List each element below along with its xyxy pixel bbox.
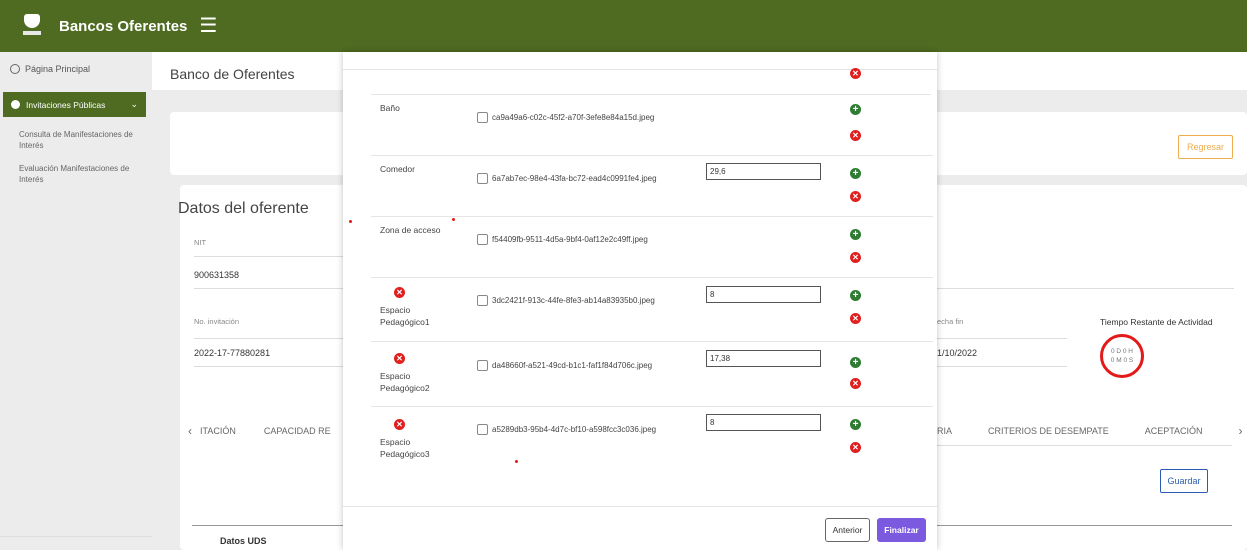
- menu-icon[interactable]: ☰: [199, 16, 217, 36]
- file-name: da48660f-a521-49cd-b1c1-faf1f84d706c.jpe…: [492, 361, 653, 370]
- delete-icon[interactable]: ✕: [850, 191, 861, 202]
- file-name: 3dc2421f-913c-44fe-8fe3-ab14a83935b0.jpe…: [492, 296, 655, 305]
- nit-label: NIT: [194, 238, 207, 247]
- delete-icon[interactable]: ✕: [850, 68, 861, 79]
- regresar-button[interactable]: Regresar: [1178, 135, 1233, 159]
- file-checkbox[interactable]: [477, 173, 488, 184]
- finalizar-button[interactable]: Finalizar: [877, 518, 926, 542]
- file-checkbox[interactable]: [477, 424, 488, 435]
- chevron-down-icon: ⌄: [130, 99, 138, 109]
- area-input[interactable]: [706, 350, 821, 367]
- nit-value: 900631358: [194, 270, 240, 280]
- add-icon[interactable]: +: [850, 168, 861, 179]
- delete-icon[interactable]: ✕: [850, 252, 861, 263]
- file-name: f54409fb-9511-4d5a-9bf4-0af12e2c49ff.jpe…: [492, 235, 648, 244]
- invitacion-label: No. invitación: [194, 317, 240, 326]
- marker-dot: [349, 220, 352, 223]
- sidebar: Página Principal Invitaciones Públicas ⌄…: [0, 52, 152, 550]
- file-checkbox[interactable]: [477, 360, 488, 371]
- file-checkbox[interactable]: [477, 112, 488, 123]
- tab-aceptacion[interactable]: ACEPTACIÓN: [1145, 426, 1203, 436]
- row-label: Baño: [380, 103, 400, 113]
- sidebar-item-home[interactable]: Página Principal: [10, 64, 90, 74]
- list-item: ✕ Espacio Pedagógico3 a5289db3-95b4-4d7c…: [371, 407, 933, 477]
- list-item: Baño ca9a49a6-c02c-45f2-a70f-3efe8e84a15…: [371, 95, 933, 156]
- list-item: ✕ Espacio Pedagógico2 da48660f-a521-49cd…: [371, 342, 933, 407]
- list-item: Comedor 6a7ab7ec-98e4-43fa-bc72-ead4c099…: [371, 156, 933, 217]
- invitacion-value: 2022-17-77880281: [194, 348, 271, 358]
- tab-scroll-right[interactable]: ›: [1239, 424, 1243, 438]
- add-icon[interactable]: +: [850, 104, 861, 115]
- add-icon[interactable]: +: [850, 229, 861, 240]
- marker-dot: [515, 460, 518, 463]
- modal-dialog: ✕ Baño ca9a49a6-c02c-45f2-a70f-3efe8e84a…: [343, 52, 937, 550]
- delete-row-icon[interactable]: ✕: [394, 419, 405, 430]
- home-icon: [10, 64, 20, 74]
- row-label: Espacio Pedagógico3: [380, 437, 430, 459]
- delete-icon[interactable]: ✕: [850, 442, 861, 453]
- add-icon[interactable]: +: [850, 419, 861, 430]
- guardar-button[interactable]: Guardar: [1160, 469, 1208, 493]
- file-name: ca9a49a6-c02c-45f2-a70f-3efe8e84a15d.jpe…: [492, 113, 655, 122]
- divider: [194, 366, 344, 367]
- fecha-fin-value: 1/10/2022: [937, 348, 978, 358]
- divider: [937, 366, 1067, 367]
- divider: [0, 536, 152, 537]
- top-bar: Bancos Oferentes ☰: [0, 0, 1247, 52]
- delete-row-icon[interactable]: ✕: [394, 287, 405, 298]
- add-icon[interactable]: +: [850, 357, 861, 368]
- divider: [194, 256, 344, 257]
- tab-scroll-left[interactable]: ‹: [188, 424, 192, 438]
- delete-row-icon[interactable]: ✕: [394, 353, 405, 364]
- file-checkbox[interactable]: [477, 234, 488, 245]
- page-title: Banco de Oferentes: [170, 66, 295, 82]
- timer-min-sec: 0 M 0 S: [1110, 357, 1134, 364]
- anterior-button[interactable]: Anterior: [825, 518, 870, 542]
- delete-icon[interactable]: ✕: [850, 313, 861, 324]
- tab-criterios[interactable]: CRITERIOS DE DESEMPATE: [988, 426, 1109, 436]
- area-input[interactable]: [706, 163, 821, 180]
- tab-bar-right: RIA CRITERIOS DE DESEMPATE ACEPTACIÓN ›: [937, 424, 1243, 438]
- section-title: Datos del oferente: [178, 200, 309, 217]
- tab-invitacion[interactable]: ITACIÓN: [200, 426, 236, 436]
- file-checkbox[interactable]: [477, 295, 488, 306]
- delete-icon[interactable]: ✕: [850, 378, 861, 389]
- row-label: Comedor: [380, 164, 415, 174]
- row-label: Espacio Pedagógico1: [380, 305, 430, 327]
- divider: [937, 445, 1232, 446]
- tab-bar-left: ‹ ITACIÓN CAPACIDAD RE: [188, 424, 359, 438]
- tab-capacidad[interactable]: CAPACIDAD RE: [264, 426, 331, 436]
- sidebar-link-evaluacion[interactable]: Evaluación Manifestaciones de Interés: [19, 163, 144, 185]
- shield-icon: [11, 100, 20, 109]
- app-title: Bancos Oferentes: [59, 17, 188, 35]
- timer-days-hours: 0 D 0 H: [1110, 348, 1134, 355]
- tiempo-label: Tiempo Restante de Actividad: [1100, 317, 1213, 327]
- file-name: 6a7ab7ec-98e4-43fa-bc72-ead4c0991fe4.jpe…: [492, 174, 657, 183]
- logo: [21, 14, 43, 38]
- countdown-timer: 0 D 0 H 0 M 0 S: [1100, 334, 1144, 378]
- divider: [194, 338, 344, 339]
- datos-uds-label: Datos UDS: [220, 536, 267, 546]
- delete-icon[interactable]: ✕: [850, 130, 861, 141]
- area-input[interactable]: [706, 414, 821, 431]
- sidebar-item-label: Invitaciones Públicas: [26, 99, 106, 110]
- list-item: ✕ Espacio Pedagógico1 3dc2421f-913c-44fe…: [371, 278, 933, 342]
- fecha-fin-label: echa fin: [937, 317, 964, 326]
- list-item: Zona de acceso f54409fb-9511-4d5a-9bf4-0…: [371, 217, 933, 278]
- sidebar-link-consulta[interactable]: Consulta de Manifestaciones de Interés: [19, 129, 144, 151]
- divider: [937, 338, 1067, 339]
- row-label: Espacio Pedagógico2: [380, 371, 430, 393]
- sidebar-item-label: Página Principal: [25, 64, 91, 74]
- divider: [343, 69, 937, 70]
- file-name: a5289db3-95b4-4d7c-bf10-a598fcc3c036.jpe…: [492, 425, 657, 434]
- marker-dot: [452, 218, 455, 221]
- area-input[interactable]: [706, 286, 821, 303]
- tab-ria[interactable]: RIA: [937, 426, 952, 436]
- divider: [343, 506, 937, 507]
- add-icon[interactable]: +: [850, 290, 861, 301]
- sidebar-item-invitaciones[interactable]: Invitaciones Públicas ⌄: [3, 92, 146, 117]
- row-label: Zona de acceso: [380, 225, 441, 235]
